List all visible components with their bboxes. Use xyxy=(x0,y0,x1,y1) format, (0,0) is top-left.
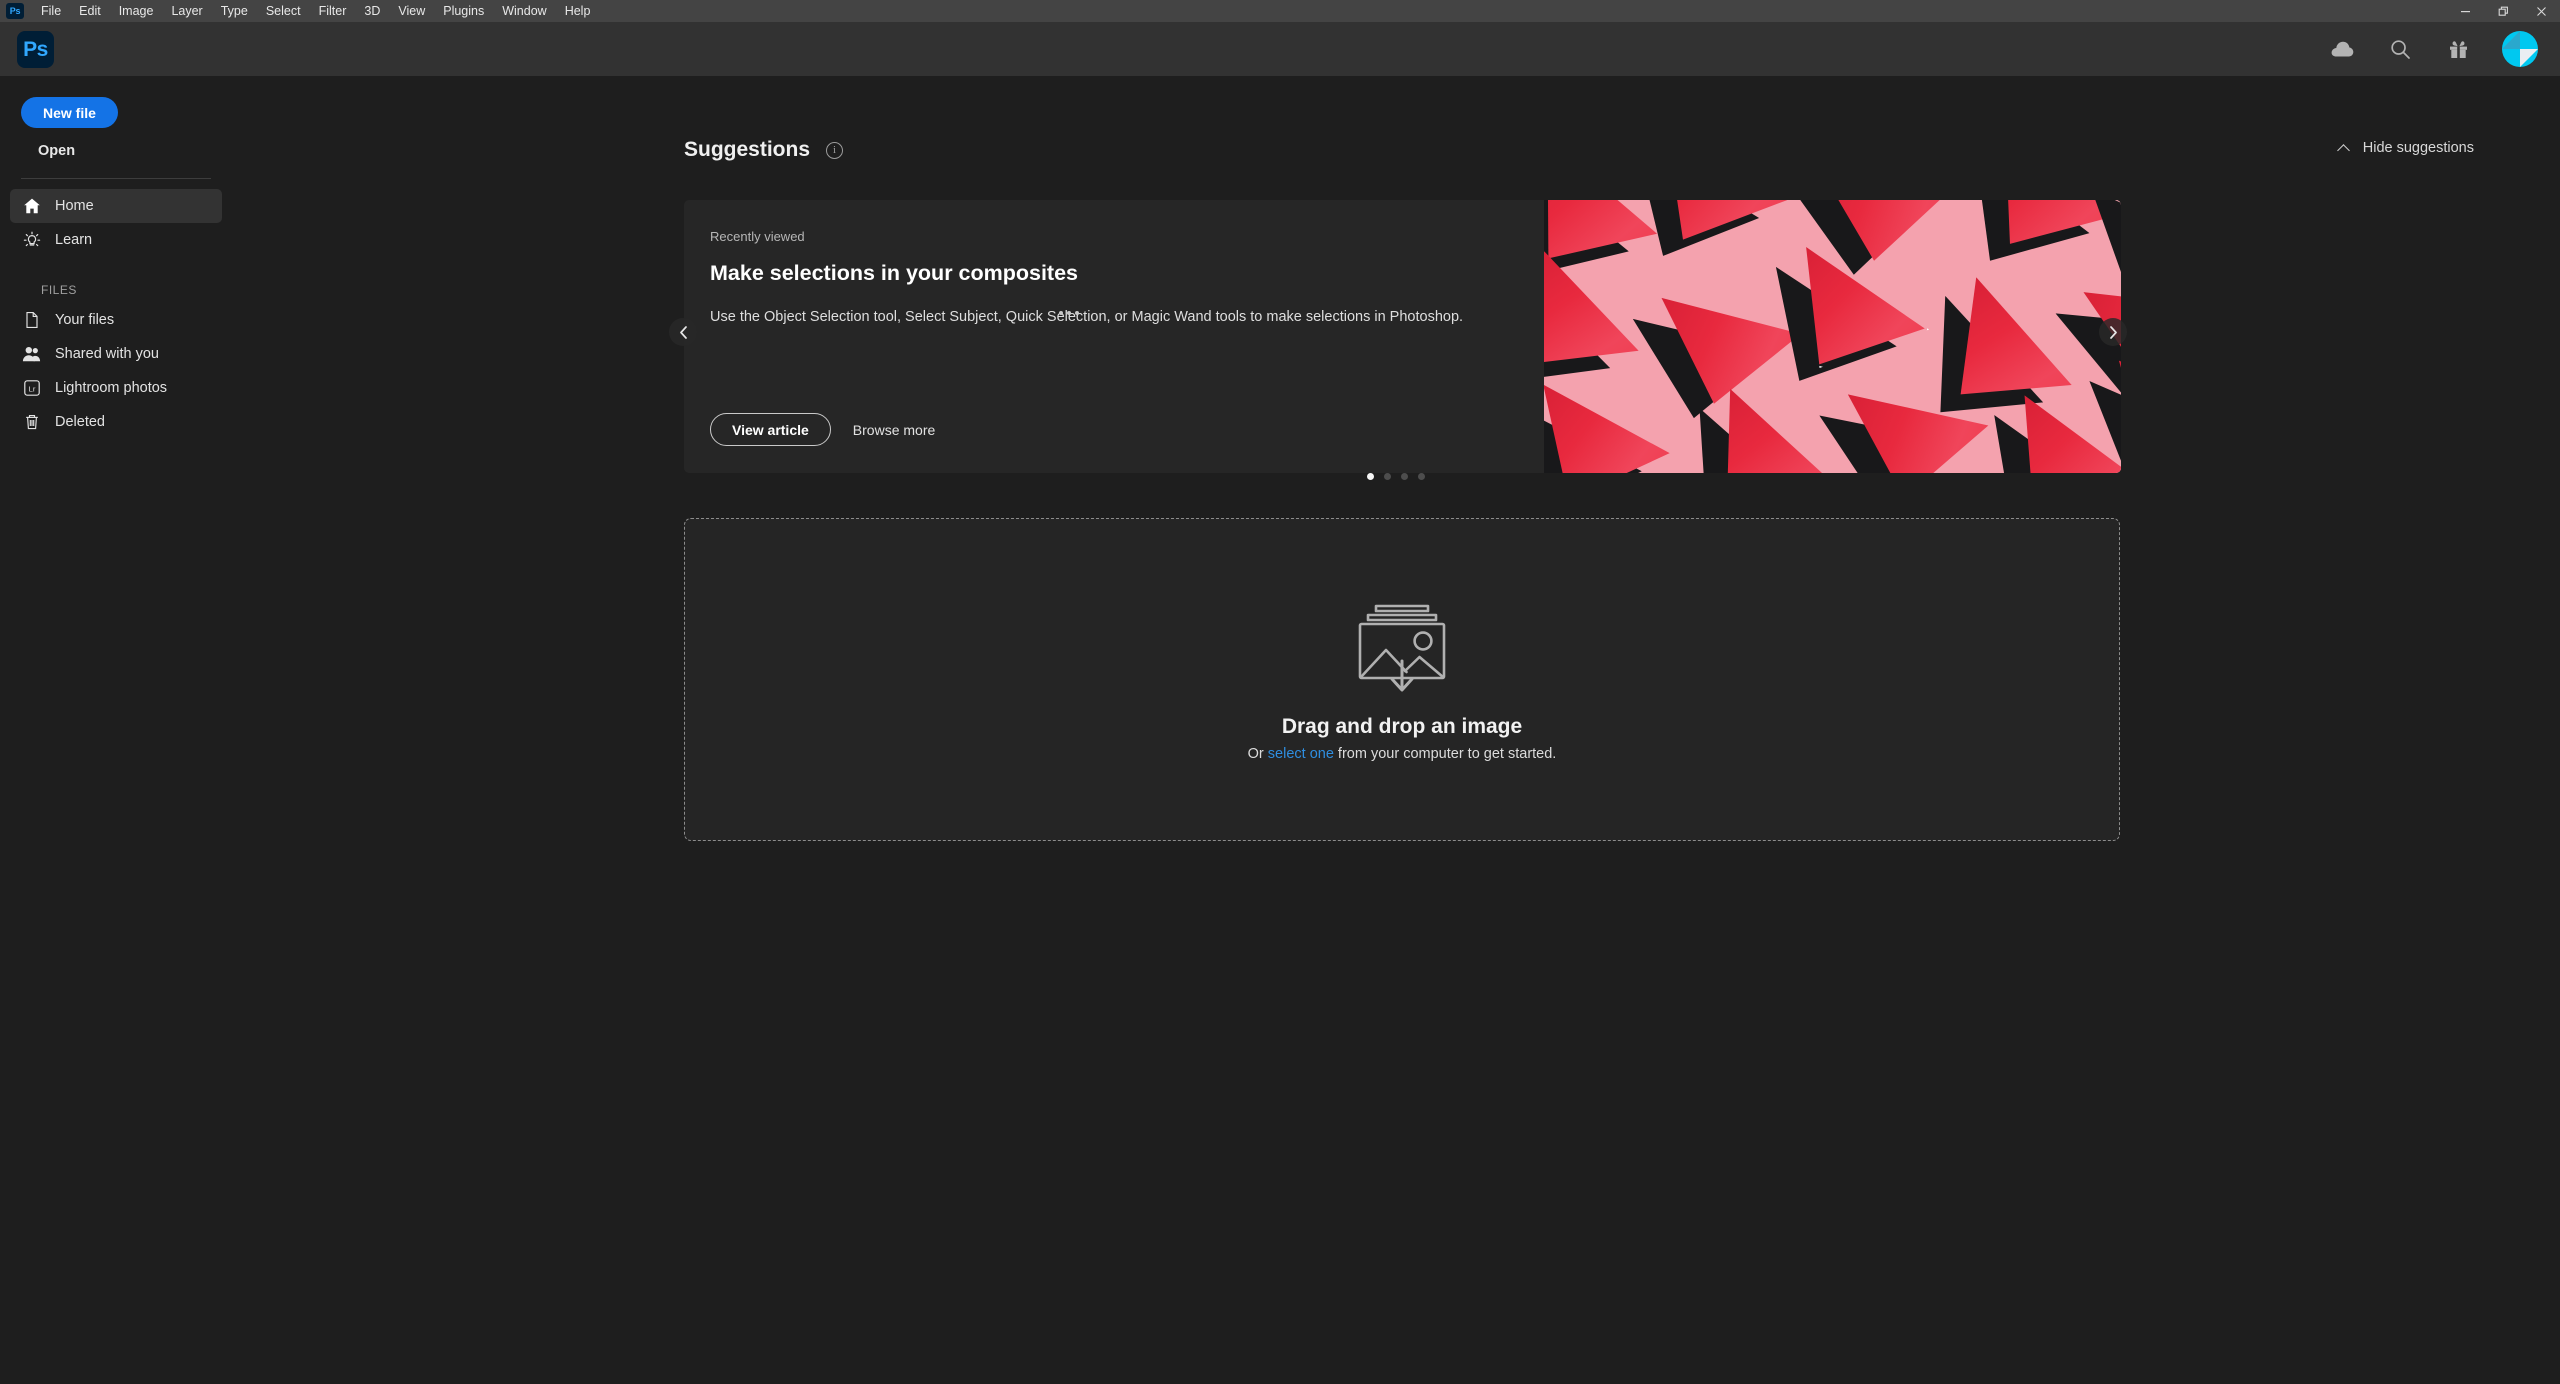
card-actions: View article Browse more xyxy=(710,413,937,446)
suggestions-header: Suggestions i xyxy=(684,138,844,162)
document-icon xyxy=(22,311,41,330)
drop-zone-prefix: Or xyxy=(1247,746,1268,762)
carousel-dot[interactable] xyxy=(1418,473,1425,480)
suggestion-card: Recently viewed Make selections in your … xyxy=(684,200,2121,473)
menu-item-select[interactable]: Select xyxy=(257,0,310,22)
minimize-button[interactable] xyxy=(2446,0,2484,22)
hide-suggestions-button[interactable]: Hide suggestions xyxy=(2338,140,2474,156)
menu-item-layer[interactable]: Layer xyxy=(162,0,211,22)
home-icon xyxy=(22,197,41,216)
card-description: Use the Object Selection tool, Select Su… xyxy=(710,309,1464,325)
menu-item-3d[interactable]: 3D xyxy=(355,0,389,22)
search-icon[interactable] xyxy=(2386,35,2414,63)
open-button[interactable]: Open xyxy=(38,137,75,165)
sidebar-nav: Home Learn FILES Your files Shared with … xyxy=(0,189,232,439)
photoshop-logo: Ps xyxy=(17,31,54,68)
card-image xyxy=(1544,200,2121,473)
card-more-options-button[interactable] xyxy=(1052,301,1086,325)
menu-bar: File Edit Image Layer Type Select Filter 3D View… xyxy=(32,0,599,22)
suggestions-title: Suggestions xyxy=(684,138,811,161)
sidebar-item-label: Your files xyxy=(55,312,115,328)
svg-text:Lr: Lr xyxy=(28,384,35,393)
title-bar: Ps File Edit Image Layer Type Select Filter 3D V… xyxy=(0,0,2560,22)
browse-more-button[interactable]: Browse more xyxy=(851,416,937,444)
lightbulb-icon xyxy=(22,231,41,250)
sidebar: New file Open Home Learn FILES Your file… xyxy=(0,76,232,1384)
app-icon-small: Ps xyxy=(6,3,24,19)
sidebar-item-label: Learn xyxy=(55,232,93,248)
info-icon[interactable]: i xyxy=(826,141,844,159)
sidebar-item-label: Home xyxy=(55,198,94,214)
sidebar-item-your-files[interactable]: Your files xyxy=(10,303,222,337)
appbar-actions xyxy=(2328,22,2538,76)
menu-item-image[interactable]: Image xyxy=(110,0,163,22)
trash-icon xyxy=(22,413,41,432)
avatar[interactable] xyxy=(2502,31,2538,67)
card-title: Make selections in your composites xyxy=(710,261,1079,285)
window-controls xyxy=(2446,0,2560,22)
new-file-button[interactable]: New file xyxy=(21,97,118,128)
sidebar-item-deleted[interactable]: Deleted xyxy=(10,405,222,439)
restore-button[interactable] xyxy=(2484,0,2522,22)
carousel-dot[interactable] xyxy=(1367,473,1374,480)
menu-item-type[interactable]: Type xyxy=(212,0,257,22)
sidebar-item-label: Shared with you xyxy=(55,346,159,362)
chevron-up-icon xyxy=(2338,142,2350,154)
sidebar-item-lightroom-photos[interactable]: Lr Lightroom photos xyxy=(10,371,222,405)
menu-item-plugins[interactable]: Plugins xyxy=(434,0,493,22)
menu-item-help[interactable]: Help xyxy=(556,0,600,22)
carousel-dot[interactable] xyxy=(1384,473,1391,480)
sidebar-item-shared-with-you[interactable]: Shared with you xyxy=(10,337,222,371)
carousel-next-button[interactable] xyxy=(2099,318,2127,346)
drop-zone-title: Drag and drop an image xyxy=(1281,715,1523,738)
carousel-dot[interactable] xyxy=(1401,473,1408,480)
lightroom-icon: Lr xyxy=(22,379,41,398)
carousel-dots xyxy=(1367,473,1425,480)
sidebar-item-label: Lightroom photos xyxy=(55,380,168,396)
application-bar: Ps xyxy=(0,22,2560,76)
image-download-icon xyxy=(1350,597,1454,693)
people-icon xyxy=(22,345,41,364)
menu-item-window[interactable]: Window xyxy=(493,0,555,22)
carousel-prev-button[interactable] xyxy=(669,318,697,346)
suggestion-card-text: Recently viewed Make selections in your … xyxy=(684,200,1544,473)
card-kicker: Recently viewed xyxy=(710,229,805,244)
menu-item-file[interactable]: File xyxy=(32,0,70,22)
gift-icon[interactable] xyxy=(2444,35,2472,63)
sidebar-item-home[interactable]: Home xyxy=(10,189,222,223)
sidebar-item-learn[interactable]: Learn xyxy=(10,223,222,257)
sidebar-divider xyxy=(21,178,211,179)
drop-zone[interactable]: Drag and drop an image Or select one fro… xyxy=(684,518,2120,841)
select-one-link[interactable]: select one xyxy=(1268,746,1334,762)
view-article-button[interactable]: View article xyxy=(710,413,831,446)
menu-item-view[interactable]: View xyxy=(389,0,434,22)
menu-item-filter[interactable]: Filter xyxy=(310,0,356,22)
sidebar-item-label: Deleted xyxy=(55,414,105,430)
hide-suggestions-label: Hide suggestions xyxy=(2362,140,2474,156)
cloud-icon[interactable] xyxy=(2328,35,2356,63)
menu-item-edit[interactable]: Edit xyxy=(70,0,110,22)
drop-zone-subtitle: Or select one from your computer to get … xyxy=(1248,746,1557,762)
drop-zone-suffix: from your computer to get started. xyxy=(1333,746,1557,762)
close-button[interactable] xyxy=(2522,0,2560,22)
files-section-label: FILES xyxy=(41,283,77,297)
